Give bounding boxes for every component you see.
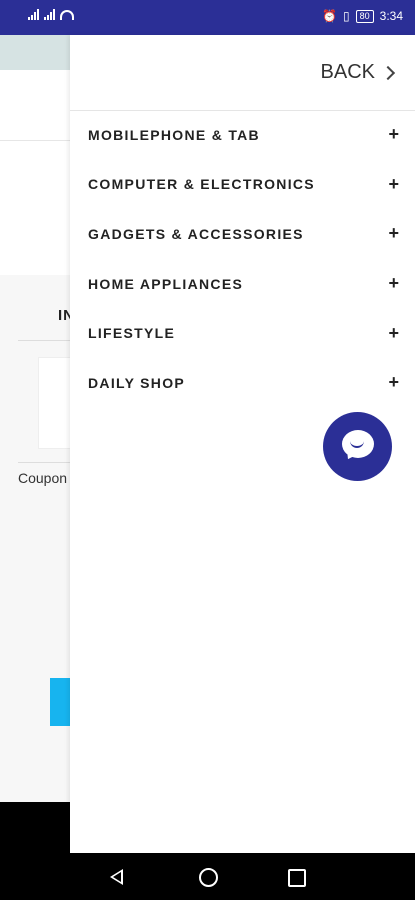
plus-icon[interactable]: + (388, 174, 399, 195)
menu-item-label: COMPUTER & ELECTRONICS (88, 176, 315, 193)
nav-back-icon[interactable] (110, 869, 123, 885)
signal-icon (28, 9, 40, 20)
menu-item-label: MOBILEPHONE & TAB (88, 126, 260, 143)
wifi-icon (60, 9, 74, 20)
nav-recents-icon[interactable] (288, 869, 306, 887)
nav-home-icon[interactable] (199, 868, 218, 887)
background-footer (0, 802, 70, 853)
status-bar: ⏰ ▯ 80 3:34 (0, 0, 415, 35)
menu-item-label: HOME APPLIANCES (88, 275, 244, 292)
background-divider (0, 140, 70, 141)
menu-item-label: LIFESTYLE (88, 325, 176, 342)
menu-item-home-appliances[interactable]: HOME APPLIANCES + (70, 259, 415, 309)
background-divider-3 (18, 462, 70, 463)
background-banner (0, 35, 70, 70)
plus-icon[interactable]: + (388, 273, 399, 294)
drawer-header: BACK (70, 35, 415, 111)
chat-button[interactable] (323, 412, 392, 481)
battery-icon: 80 (355, 9, 374, 23)
menu-item-gadgets-accessories[interactable]: GADGETS & ACCESSORIES + (70, 209, 415, 259)
background-panel (0, 70, 70, 275)
coupon-label: Coupon (18, 470, 68, 486)
plus-icon[interactable]: + (388, 372, 399, 393)
plus-icon[interactable]: + (388, 323, 399, 344)
navigation-bar (0, 853, 415, 900)
category-menu: MOBILEPHONE & TAB + COMPUTER & ELECTRONI… (70, 110, 415, 408)
menu-item-label: DAILY SHOP (88, 374, 186, 391)
menu-item-label: GADGETS & ACCESSORIES (88, 225, 304, 242)
plus-icon[interactable]: + (388, 124, 399, 145)
signal-indicators (28, 9, 74, 20)
menu-item-daily-shop[interactable]: DAILY SHOP + (70, 358, 415, 408)
back-button[interactable]: BACK (320, 61, 396, 84)
back-label: BACK (320, 61, 375, 83)
category-drawer: BACK MOBILEPHONE & TAB + COMPUTER & ELEC… (70, 35, 415, 853)
status-time: 3:34 (379, 9, 403, 23)
background-divider-2 (18, 340, 70, 341)
vibrate-icon: ▯ (343, 9, 350, 23)
status-right: ⏰ ▯ 80 3:34 (322, 9, 403, 23)
plus-icon[interactable]: + (388, 223, 399, 244)
menu-item-lifestyle[interactable]: LIFESTYLE + (70, 308, 415, 358)
signal-icon-2 (44, 9, 56, 20)
menu-item-mobilephone-tab[interactable]: MOBILEPHONE & TAB + (70, 110, 415, 160)
menu-item-computer-electronics[interactable]: COMPUTER & ELECTRONICS + (70, 160, 415, 210)
product-thumbnail[interactable] (38, 357, 72, 449)
chevron-right-icon (380, 65, 396, 80)
alarm-icon: ⏰ (322, 9, 338, 23)
background-button[interactable] (50, 678, 70, 726)
